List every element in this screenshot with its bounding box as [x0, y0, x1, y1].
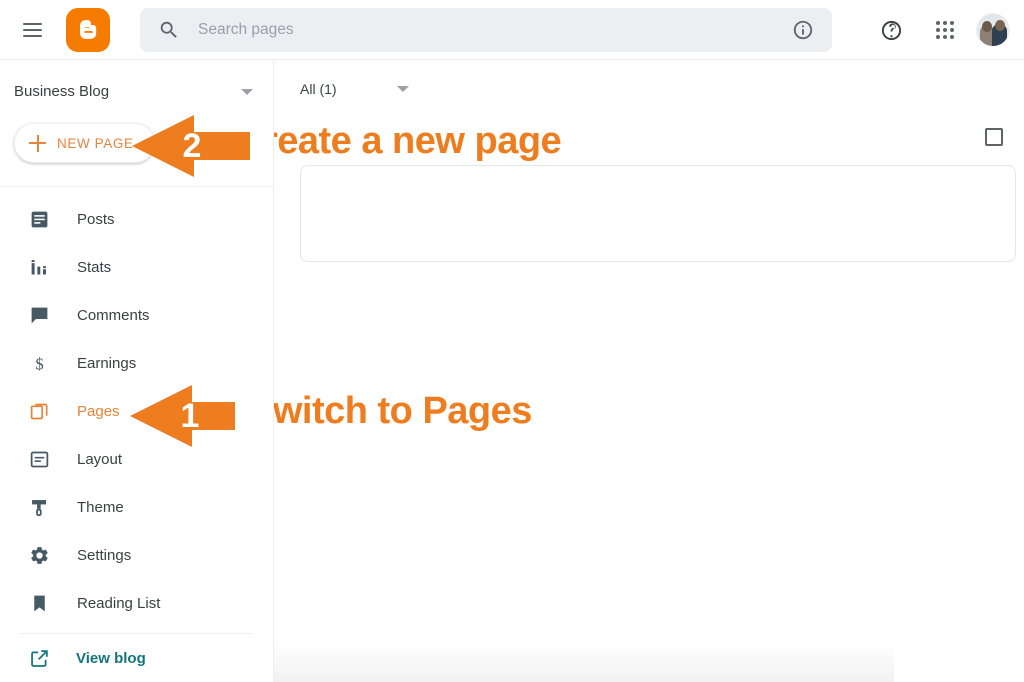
sidebar-item-comments[interactable]: Comments: [0, 291, 273, 339]
new-page-button-wrap: NEW PAGE: [0, 123, 273, 179]
apps-grid-dots: [936, 21, 954, 39]
sidebar-item-label: Earnings: [77, 354, 137, 372]
sidebar-item-label: Pages: [77, 402, 120, 420]
comments-icon: [27, 303, 51, 327]
sidebar-item-label: Settings: [77, 546, 132, 564]
avatar-person-head: [995, 20, 1005, 31]
blogger-logo-icon[interactable]: [66, 7, 110, 52]
blogger-pages-screen: Business Blog NEW PAGE Pos: [0, 0, 1024, 682]
sidebar-item-stats[interactable]: Stats: [0, 243, 273, 291]
search-icon: [160, 21, 177, 38]
bottom-fade-shadow: [274, 642, 894, 682]
sidebar-item-earnings[interactable]: $ Earnings: [0, 339, 273, 387]
sidebar-item-label: Posts: [77, 210, 115, 228]
reading-list-icon: [27, 591, 51, 615]
avatar-person-head: [982, 21, 992, 32]
search-bar[interactable]: [140, 8, 832, 52]
settings-icon: [27, 543, 51, 567]
new-page-button[interactable]: NEW PAGE: [14, 123, 155, 163]
pages-icon: [27, 399, 51, 423]
chevron-down-icon: [396, 85, 409, 92]
pages-filter-label: All (1): [300, 80, 337, 97]
earnings-icon: $: [27, 351, 51, 375]
new-page-label: NEW PAGE: [57, 135, 134, 151]
external-link-icon: [27, 646, 51, 670]
blog-selector[interactable]: Business Blog: [0, 60, 273, 123]
annotation-text-2: Create a new page: [236, 120, 562, 162]
sidebar-item-label: Stats: [77, 258, 112, 276]
sidebar-item-theme[interactable]: Theme: [0, 483, 273, 531]
sidebar-item-posts[interactable]: Posts: [0, 195, 273, 243]
layout-icon: [27, 447, 51, 471]
sidebar-item-pages[interactable]: Pages: [0, 387, 273, 435]
annotation-text-1: Switch to Pages: [248, 390, 532, 432]
top-app-bar: [0, 0, 1024, 60]
sidebar: Business Blog NEW PAGE Posts Stats Comme…: [0, 60, 274, 682]
sidebar-item-view-blog[interactable]: View blog: [0, 634, 273, 682]
blog-name: Business Blog: [14, 83, 110, 100]
help-icon[interactable]: [869, 8, 913, 52]
svg-text:$: $: [35, 354, 43, 373]
hamburger-line: [22, 28, 42, 31]
sidebar-item-label: Reading List: [77, 594, 161, 612]
select-all-checkbox[interactable]: [985, 128, 1003, 146]
top-bar-actions: [864, 0, 1016, 60]
sidebar-item-reading-list[interactable]: Reading List: [0, 579, 273, 627]
chevron-down-icon: [241, 88, 253, 95]
avatar[interactable]: [976, 13, 1010, 47]
stats-icon: [27, 255, 51, 279]
hamburger-menu-icon[interactable]: [12, 10, 52, 50]
sidebar-item-label: Layout: [77, 450, 123, 468]
sidebar-nav: Posts Stats Comments $ Earnings Pages La…: [0, 187, 273, 682]
sidebar-item-layout[interactable]: Layout: [0, 435, 273, 483]
sidebar-item-settings[interactable]: Settings: [0, 531, 273, 579]
pages-filter-dropdown[interactable]: All (1): [300, 81, 409, 97]
theme-icon: [27, 495, 51, 519]
plus-icon: [29, 134, 46, 152]
page-list-row[interactable]: [300, 165, 1016, 262]
sidebar-item-label: Comments: [77, 306, 150, 324]
sidebar-item-label: View blog: [76, 649, 146, 667]
hamburger-line: [22, 22, 42, 25]
apps-grid-icon[interactable]: [923, 8, 967, 52]
search-input[interactable]: [196, 20, 792, 40]
filter-bar: All (1): [274, 60, 1024, 117]
sidebar-item-label: Theme: [77, 498, 124, 516]
posts-icon: [27, 207, 51, 231]
info-icon[interactable]: [792, 19, 814, 41]
hamburger-line: [22, 34, 42, 37]
